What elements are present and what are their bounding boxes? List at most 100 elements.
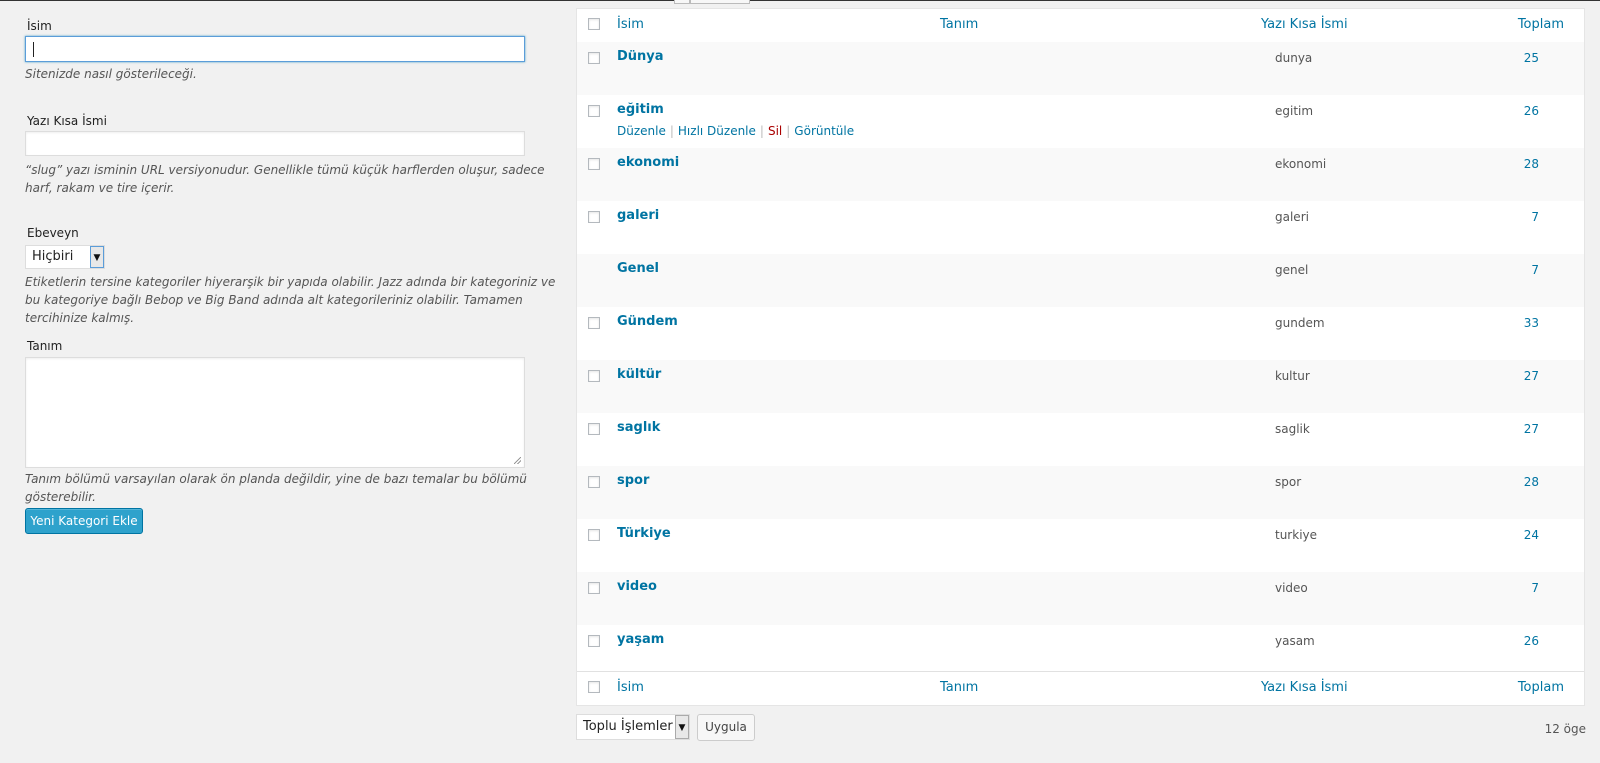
- action-separator: |: [786, 124, 791, 138]
- column-count-footer[interactable]: Toplam: [1518, 680, 1564, 695]
- category-name-link[interactable]: saglık: [617, 420, 660, 435]
- category-name-link[interactable]: eğitim: [617, 102, 664, 117]
- description-help: Tanım bölümü varsayılan olarak ön planda…: [25, 472, 527, 504]
- category-slug: gundem: [1275, 316, 1325, 330]
- column-description-footer[interactable]: Tanım: [940, 680, 978, 695]
- parent-help: Etiketlerin tersine kategoriler hiyerarş…: [25, 275, 556, 325]
- category-slug: galeri: [1275, 210, 1309, 224]
- category-name-link[interactable]: galeri: [617, 208, 659, 223]
- row-action-delete[interactable]: Sil: [768, 124, 782, 138]
- bulk-actions-value: Toplu İşlemler: [583, 719, 673, 734]
- row-checkbox[interactable]: [588, 211, 600, 223]
- add-category-button[interactable]: Yeni Kategori Ekle: [25, 508, 143, 534]
- bulk-actions: Toplu İşlemler ▼: [576, 714, 690, 740]
- category-count-link[interactable]: 7: [1531, 263, 1539, 277]
- top-tabs-fragment: [674, 0, 750, 4]
- table-footer: İsim Tanım Yazı Kısa İsmi Toplam: [577, 671, 1584, 705]
- table-row: Türkiye turkiye 24: [577, 519, 1584, 572]
- name-label: İsim: [27, 19, 52, 33]
- table-row: Genel genel 7: [577, 254, 1584, 307]
- column-name[interactable]: İsim: [617, 17, 644, 32]
- category-slug: egitim: [1275, 104, 1314, 118]
- row-action-quick-edit[interactable]: Hızlı Düzenle: [678, 124, 756, 138]
- category-name-link[interactable]: spor: [617, 473, 649, 488]
- category-slug: saglik: [1275, 422, 1310, 436]
- category-name-link[interactable]: video: [617, 579, 657, 594]
- category-count-link[interactable]: 27: [1524, 422, 1539, 436]
- row-actions: Düzenle | Hızlı Düzenle | Sil | Görüntüle: [617, 124, 854, 138]
- row-action-view[interactable]: Görüntüle: [794, 124, 854, 138]
- slug-input[interactable]: [25, 131, 525, 156]
- category-slug: turkiye: [1275, 528, 1318, 542]
- column-slug-footer[interactable]: Yazı Kısa İsmi: [1261, 680, 1348, 695]
- name-input[interactable]: [25, 36, 525, 62]
- category-slug: dunya: [1275, 51, 1313, 65]
- apply-button[interactable]: Uygula: [697, 714, 755, 741]
- column-count[interactable]: Toplam: [1518, 17, 1564, 32]
- row-checkbox[interactable]: [588, 582, 600, 594]
- category-count-link[interactable]: 28: [1524, 475, 1539, 489]
- category-name-link[interactable]: Dünya: [617, 49, 664, 64]
- column-description[interactable]: Tanım: [940, 17, 978, 32]
- table-row: galeri galeri 7: [577, 201, 1584, 254]
- category-slug: genel: [1275, 263, 1309, 277]
- table-row: Dünya dunya 25: [577, 42, 1584, 95]
- category-slug: spor: [1275, 475, 1302, 489]
- row-checkbox[interactable]: [588, 370, 600, 382]
- row-checkbox[interactable]: [588, 529, 600, 541]
- description-label: Tanım: [27, 339, 63, 353]
- category-count-link[interactable]: 24: [1524, 528, 1539, 542]
- categories-table: İsim Tanım Yazı Kısa İsmi Toplam Dünya du…: [576, 8, 1585, 706]
- category-count-link[interactable]: 28: [1524, 157, 1539, 171]
- category-name-link[interactable]: kültür: [617, 367, 661, 382]
- category-name-link[interactable]: ekonomi: [617, 155, 679, 170]
- category-name-link[interactable]: Türkiye: [617, 526, 671, 541]
- top-border: [0, 0, 1600, 1]
- items-count: 12 öge: [1544, 722, 1586, 736]
- row-checkbox[interactable]: [588, 317, 600, 329]
- row-action-edit[interactable]: Düzenle: [617, 124, 666, 138]
- category-name-link[interactable]: yaşam: [617, 632, 664, 647]
- row-checkbox[interactable]: [588, 52, 600, 64]
- category-slug: yasam: [1275, 634, 1315, 648]
- description-textarea[interactable]: [25, 357, 525, 468]
- chevron-down-icon[interactable]: ▼: [90, 246, 104, 268]
- row-checkbox[interactable]: [588, 423, 600, 435]
- category-slug: video: [1275, 581, 1308, 595]
- parent-label: Ebeveyn: [27, 226, 79, 240]
- select-all-checkbox[interactable]: [588, 18, 600, 30]
- row-checkbox[interactable]: [588, 635, 600, 647]
- category-name-link[interactable]: Genel: [617, 261, 659, 276]
- category-name-link[interactable]: Gündem: [617, 314, 678, 329]
- row-checkbox[interactable]: [588, 158, 600, 170]
- category-count-link[interactable]: 7: [1531, 210, 1539, 224]
- action-separator: |: [759, 124, 764, 138]
- row-checkbox[interactable]: [588, 476, 600, 488]
- category-count-link[interactable]: 7: [1531, 581, 1539, 595]
- select-all-checkbox-footer[interactable]: [588, 681, 600, 693]
- parent-select[interactable]: Hiçbiri ▼: [25, 245, 105, 269]
- text-caret: [33, 42, 34, 57]
- action-separator: |: [669, 124, 674, 138]
- table-row: eğitim egitim 26 Düzenle | Hızlı Düzenle | Sil |…: [577, 95, 1584, 148]
- category-slug: ekonomi: [1275, 157, 1327, 171]
- category-count-link[interactable]: 33: [1524, 316, 1539, 330]
- parent-select-value: Hiçbiri: [32, 249, 74, 264]
- row-checkbox[interactable]: [588, 105, 600, 117]
- bulk-actions-select[interactable]: Toplu İşlemler ▼: [576, 714, 690, 740]
- category-count-link[interactable]: 25: [1524, 51, 1539, 65]
- table-row: kültür kultur 27: [577, 360, 1584, 413]
- table-row: spor spor 28: [577, 466, 1584, 519]
- table-header: İsim Tanım Yazı Kısa İsmi Toplam: [577, 9, 1584, 43]
- table-row: Gündem gundem 33: [577, 307, 1584, 360]
- column-name-footer[interactable]: İsim: [617, 680, 644, 695]
- category-count-link[interactable]: 27: [1524, 369, 1539, 383]
- table-row: ekonomi ekonomi 28: [577, 148, 1584, 201]
- column-slug[interactable]: Yazı Kısa İsmi: [1261, 17, 1348, 32]
- table-row: saglık saglik 27: [577, 413, 1584, 466]
- slug-label: Yazı Kısa İsmi: [27, 114, 107, 128]
- resize-handle-icon[interactable]: [514, 457, 521, 464]
- category-count-link[interactable]: 26: [1524, 104, 1539, 118]
- category-count-link[interactable]: 26: [1524, 634, 1539, 648]
- chevron-down-icon[interactable]: ▼: [675, 715, 689, 739]
